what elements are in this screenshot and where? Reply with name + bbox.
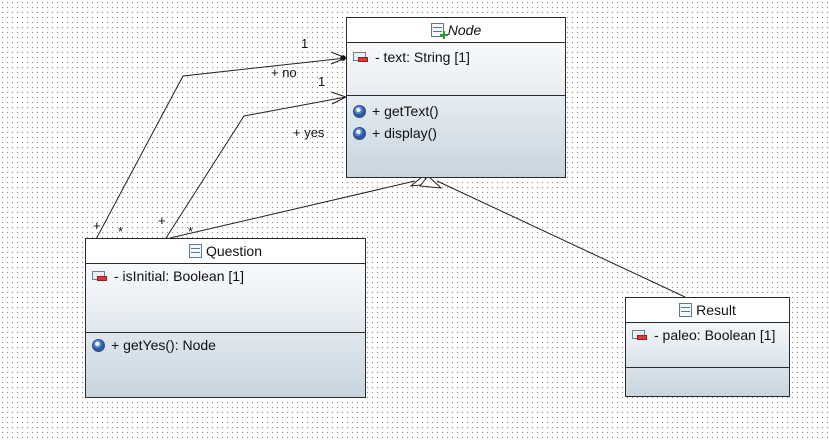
association-no-end-dot (340, 55, 346, 61)
association-yes-role: + yes (293, 125, 325, 140)
association-yes-source-role: + (158, 213, 166, 228)
association-no-source-multiplicity: * (118, 224, 124, 239)
association-no-line[interactable] (85, 57, 347, 259)
class-node[interactable]: Node - text: String [1] + getText() + di… (346, 17, 566, 178)
operation-row[interactable]: + display() (347, 122, 565, 144)
private-attribute-icon (353, 51, 369, 63)
class-question-attributes[interactable]: - isInitial: Boolean [1] (86, 264, 365, 333)
class-node-attributes[interactable]: - text: String [1] (347, 43, 565, 96)
operation-icon (92, 338, 105, 352)
class-node-name: Node (447, 22, 482, 38)
association-no-source-role: + (93, 218, 101, 233)
attribute-row[interactable]: - isInitial: Boolean [1] (86, 265, 365, 287)
operation-text: + getYes(): Node (111, 337, 216, 353)
association-no-target-multiplicity: 1 (301, 36, 309, 51)
private-attribute-icon (92, 270, 108, 282)
association-yes-line[interactable] (165, 96, 347, 239)
class-icon (188, 244, 202, 258)
class-question[interactable]: Question - isInitial: Boolean [1] + getY… (85, 238, 366, 398)
class-question-name: Question (205, 243, 263, 259)
class-icon (679, 303, 693, 317)
class-result[interactable]: Result - paleo: Boolean [1] (625, 297, 790, 397)
operation-icon (353, 104, 366, 118)
attribute-row[interactable]: - text: String [1] (347, 46, 565, 68)
class-question-operations[interactable]: + getYes(): Node (86, 333, 365, 398)
association-yes-target-multiplicity: 1 (318, 74, 326, 89)
generalization-result-line[interactable] (436, 180, 686, 298)
operation-row[interactable]: + getText() (347, 100, 565, 122)
attribute-text: - text: String [1] (375, 49, 470, 65)
class-result-attributes[interactable]: - paleo: Boolean [1] (626, 323, 789, 368)
class-result-operations[interactable] (626, 368, 789, 397)
class-result-header[interactable]: Result (626, 298, 789, 323)
operation-row[interactable]: + getYes(): Node (86, 334, 365, 356)
generalization-question-line[interactable] (169, 180, 416, 239)
association-no-role: + no (271, 65, 297, 80)
attribute-text: - isInitial: Boolean [1] (114, 268, 244, 284)
attribute-text: - paleo: Boolean [1] (654, 327, 776, 343)
operation-icon (353, 126, 366, 140)
operation-text: + getText() (372, 103, 439, 119)
operation-text: + display() (372, 125, 437, 141)
class-question-header[interactable]: Question (86, 239, 365, 264)
class-result-name: Result (696, 302, 736, 318)
class-node-header[interactable]: Node (347, 18, 565, 43)
abstract-class-icon (430, 23, 448, 39)
private-attribute-icon (632, 329, 648, 341)
class-node-operations[interactable]: + getText() + display() (347, 96, 565, 178)
association-yes-source-multiplicity: * (188, 224, 194, 239)
attribute-row[interactable]: - paleo: Boolean [1] (626, 324, 789, 346)
